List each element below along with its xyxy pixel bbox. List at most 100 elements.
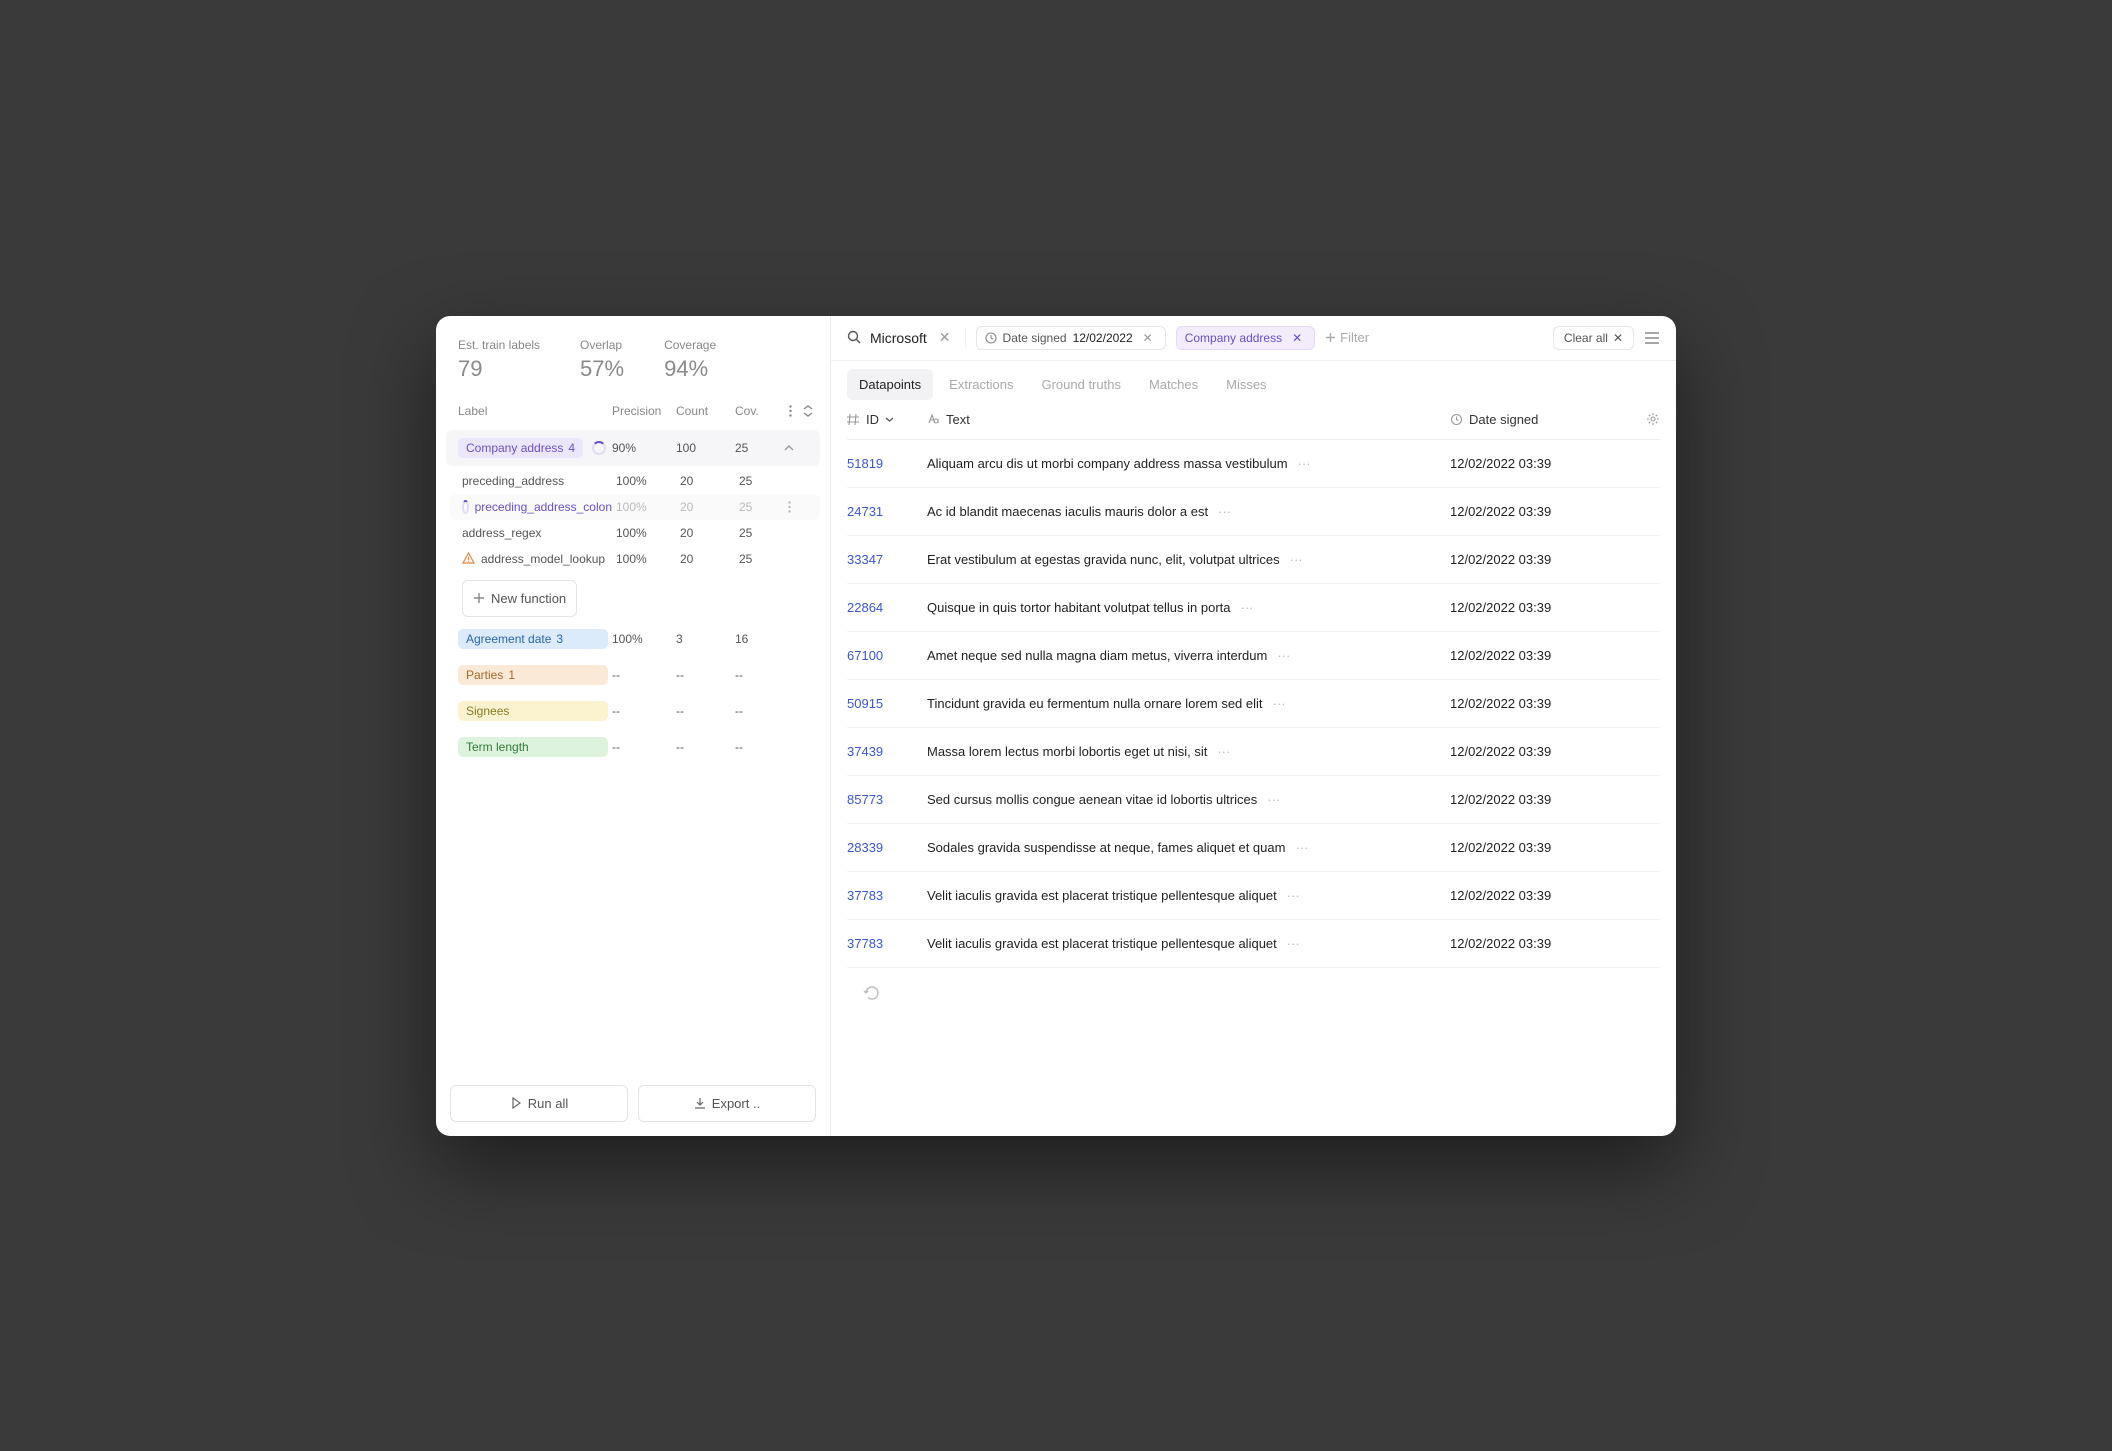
play-icon <box>510 1097 522 1109</box>
clock-icon <box>985 332 997 344</box>
search-chip[interactable]: Microsoft ✕ <box>847 329 955 346</box>
ellipsis-icon: ··· <box>1257 792 1280 807</box>
count-value: 20 <box>680 552 735 566</box>
label-name: Term length <box>466 740 529 754</box>
filter-chip-date-signed[interactable]: Date signed 12/02/2022 ✕ <box>976 326 1166 350</box>
row-id: 37783 <box>847 936 927 951</box>
row-text: Velit iaculis gravida est placerat trist… <box>927 888 1450 903</box>
table-row[interactable]: 37783Velit iaculis gravida est placerat … <box>847 872 1660 920</box>
plus-icon <box>473 592 485 604</box>
ellipsis-icon: ··· <box>1280 552 1303 567</box>
table-row[interactable]: 28339Sodales gravida suspendisse at nequ… <box>847 824 1660 872</box>
label-badge: Signees <box>458 701 608 721</box>
row-date: 12/02/2022 03:39 <box>1450 648 1630 663</box>
tab-extractions[interactable]: Extractions <box>937 369 1025 400</box>
label-badge: Agreement date 3 <box>458 629 608 649</box>
label-badge: Term length <box>458 737 608 757</box>
new-function-label: New function <box>491 591 566 606</box>
sub-row[interactable]: address_model_lookup 100% 20 25 <box>450 546 820 572</box>
table-row[interactable]: 85773Sed cursus mollis congue aenean vit… <box>847 776 1660 824</box>
row-text: Sodales gravida suspendisse at neque, fa… <box>927 840 1450 855</box>
row-id: 22864 <box>847 600 927 615</box>
app-window: Est. train labels 79 Overlap 57% Coverag… <box>436 316 1676 1136</box>
table-row[interactable]: 37439Massa lorem lectus morbi lobortis e… <box>847 728 1660 776</box>
table-row[interactable]: 51819Aliquam arcu dis ut morbi company a… <box>847 440 1660 488</box>
export-button[interactable]: Export .. <box>638 1085 816 1122</box>
table-row[interactable]: 50915Tincidunt gravida eu fermentum null… <box>847 680 1660 728</box>
col-date-label: Date signed <box>1469 412 1538 427</box>
label-section: Company address 4 90% 100 25 preceding_a… <box>436 426 830 775</box>
col-cov: Cov. <box>735 404 780 418</box>
plus-icon <box>1325 332 1336 343</box>
label-name: Parties <box>466 668 503 682</box>
row-text: Massa lorem lectus morbi lobortis eget u… <box>927 744 1450 759</box>
run-all-button[interactable]: Run all <box>450 1085 628 1122</box>
label-row-signees[interactable]: Signees -- -- -- <box>446 693 820 729</box>
chip-value: 12/02/2022 <box>1073 331 1133 345</box>
row-text: Sed cursus mollis congue aenean vitae id… <box>927 792 1450 807</box>
new-function-button[interactable]: New function <box>462 580 577 617</box>
ellipsis-icon: ··· <box>1263 696 1286 711</box>
chip-label: Date signed <box>1003 331 1067 345</box>
col-text[interactable]: Text <box>927 412 1450 427</box>
search-value: Microsoft <box>870 330 927 346</box>
row-text: Quisque in quis tortor habitant volutpat… <box>927 600 1450 615</box>
table-row[interactable]: 33347Erat vestibulum at egestas gravida … <box>847 536 1660 584</box>
table-row[interactable]: 67100Amet neque sed nulla magna diam met… <box>847 632 1660 680</box>
sub-row[interactable]: preceding_address 100% 20 25 <box>450 468 820 494</box>
tab-matches[interactable]: Matches <box>1137 369 1210 400</box>
col-date[interactable]: Date signed <box>1450 412 1630 427</box>
metric-value: 94% <box>664 356 716 382</box>
table-row[interactable]: 37783Velit iaculis gravida est placerat … <box>847 920 1660 968</box>
menu-icon[interactable] <box>1644 330 1660 346</box>
refresh-icon <box>863 984 881 1002</box>
count-value: 20 <box>680 474 735 488</box>
row-text: Aliquam arcu dis ut morbi company addres… <box>927 456 1450 471</box>
label-row-agreement-date[interactable]: Agreement date 3 100% 3 16 <box>446 621 820 657</box>
more-icon[interactable] <box>788 501 818 513</box>
label-row-company-address[interactable]: Company address 4 90% 100 25 <box>446 430 820 466</box>
label-row-term-length[interactable]: Term length -- -- -- <box>446 729 820 765</box>
table-row[interactable]: 22864Quisque in quis tortor habitant vol… <box>847 584 1660 632</box>
export-label: Export .. <box>712 1096 760 1111</box>
row-date: 12/02/2022 03:39 <box>1450 840 1630 855</box>
sub-name: address_regex <box>462 526 541 540</box>
ellipsis-icon: ··· <box>1207 744 1230 759</box>
chevron-up-icon[interactable] <box>784 445 814 451</box>
precision-value: -- <box>612 740 672 754</box>
count-value: 100 <box>676 441 731 455</box>
more-icon[interactable] <box>784 404 797 418</box>
download-icon <box>694 1097 706 1109</box>
col-precision: Precision <box>612 404 672 418</box>
sub-row[interactable]: preceding_address_colon 100% 20 25 <box>450 494 820 520</box>
tab-datapoints[interactable]: Datapoints <box>847 369 933 400</box>
hash-icon <box>847 413 860 426</box>
filter-chip-company-address[interactable]: Company address ✕ <box>1176 326 1315 350</box>
tab-misses[interactable]: Misses <box>1214 369 1278 400</box>
ellipsis-icon: ··· <box>1288 456 1311 471</box>
table-row[interactable]: 24731Ac id blandit maecenas iaculis maur… <box>847 488 1660 536</box>
add-filter-button[interactable]: Filter <box>1325 330 1369 345</box>
label-row-parties[interactable]: Parties 1 -- -- -- <box>446 657 820 693</box>
row-id: 24731 <box>847 504 927 519</box>
gear-icon[interactable] <box>1646 412 1660 426</box>
collapse-all-icon[interactable] <box>801 404 814 418</box>
cov-value: -- <box>735 668 780 682</box>
sub-row[interactable]: address_regex 100% 20 25 <box>450 520 820 546</box>
metric-est-train: Est. train labels 79 <box>458 338 540 382</box>
row-date: 12/02/2022 03:39 <box>1450 504 1630 519</box>
row-date: 12/02/2022 03:39 <box>1450 456 1630 471</box>
col-id[interactable]: ID <box>847 412 927 427</box>
label-count-badge: 4 <box>568 441 575 455</box>
remove-chip-icon[interactable]: ✕ <box>1288 331 1306 345</box>
metric-coverage: Coverage 94% <box>664 338 716 382</box>
row-date: 12/02/2022 03:39 <box>1450 744 1630 759</box>
metric-value: 57% <box>580 356 624 382</box>
sidebar-metrics: Est. train labels 79 Overlap 57% Coverag… <box>436 316 830 396</box>
row-id: 37783 <box>847 888 927 903</box>
tab-ground-truths[interactable]: Ground truths <box>1029 369 1133 400</box>
clear-search-icon[interactable]: ✕ <box>935 329 955 346</box>
remove-chip-icon[interactable]: ✕ <box>1139 331 1157 345</box>
clear-all-button[interactable]: Clear all ✕ <box>1553 326 1634 350</box>
clock-icon <box>1450 413 1463 426</box>
